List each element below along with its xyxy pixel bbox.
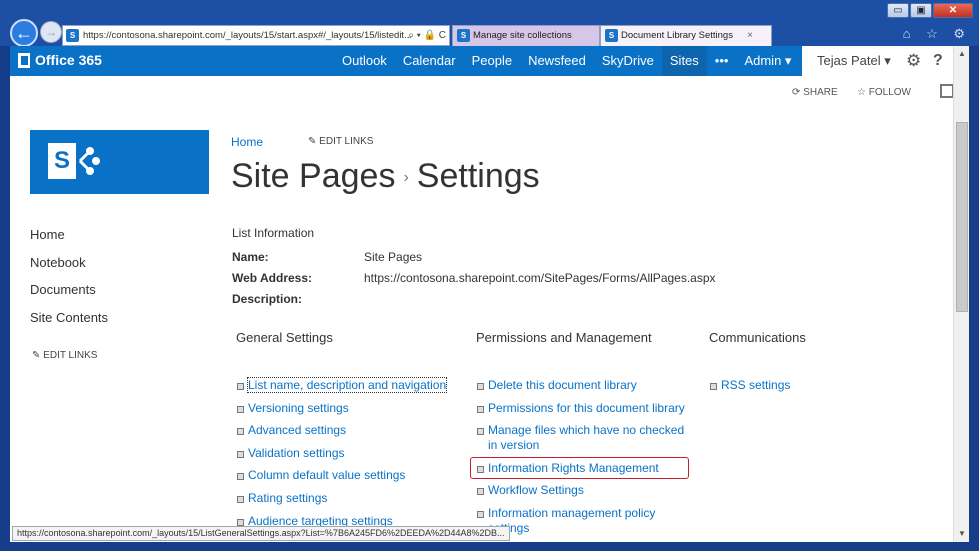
suite-nav: Outlook Calendar People Newsfeed SkyDriv… [334,46,799,76]
leftnav-item-documents[interactable]: Documents [30,282,108,310]
scroll-up-icon[interactable]: ▲ [954,46,970,62]
page-title-settings: Settings [416,157,540,195]
status-bar-url: https://contosona.sharepoint.com/_layout… [12,526,510,541]
help-icon[interactable]: ? [933,46,943,76]
scroll-thumb[interactable] [956,122,968,312]
brand-label: Office 365 [35,52,102,68]
gear-icon[interactable]: ⚙ [906,46,921,76]
communications-list: RSS settings [709,378,790,401]
suite-nav-more[interactable]: ••• [707,46,737,76]
share-button[interactable]: ⟳ SHARE [792,87,838,98]
sharepoint-logo-icon [78,147,100,175]
suite-nav-people[interactable]: People [464,46,520,76]
star-icon: ☆ [857,87,869,98]
link-column-default-value[interactable]: Column default value settings [236,468,446,483]
link-advanced-settings[interactable]: Advanced settings [236,423,446,438]
edit-links-top[interactable]: ✎ EDIT LINKS [308,136,373,147]
back-arrow-icon[interactable]: ← [10,19,38,47]
link-delete-library[interactable]: Delete this document library [476,378,686,393]
suite-nav-outlook[interactable]: Outlook [334,46,395,76]
page-viewport: Office 365 Outlook Calendar People Newsf… [10,46,953,542]
focus-on-content-icon[interactable] [940,84,953,98]
scroll-down-icon[interactable]: ▼ [954,526,970,542]
communications-heading: Communications [709,330,806,345]
general-settings-heading: General Settings [236,330,333,345]
irm-highlight-box [470,457,689,479]
list-information-heading: List Information [232,226,315,240]
suite-nav-skydrive[interactable]: SkyDrive [594,46,662,76]
sharepoint-favicon-icon: S [457,29,470,42]
share-icon: ⟳ [792,87,804,98]
tab-manage-site-collections[interactable]: S Manage site collections [452,25,600,46]
browser-window: ▭ ▣ ✕ ← → S https://contosona.sharepoint… [0,0,979,551]
link-workflow-settings[interactable]: Workflow Settings [476,483,686,498]
leftnav-item-notebook[interactable]: Notebook [30,255,108,283]
leftnav-item-site-contents[interactable]: Site Contents [30,310,108,338]
web-address-value: https://contosona.sharepoint.com/SitePag… [364,271,716,285]
quick-launch: Home Notebook Documents Site Contents [30,227,108,337]
leftnav-item-home[interactable]: Home [30,227,108,255]
general-settings-list: List name, description and navigation Ve… [236,377,448,536]
link-list-name-description[interactable]: List name, description and navigation [236,377,448,393]
name-label: Name: [232,250,269,264]
breadcrumb-home[interactable]: Home [231,135,263,149]
window-controls: ▭ ▣ ✕ [886,3,973,18]
address-bar[interactable]: S https://contosona.sharepoint.com/_layo… [62,25,450,46]
link-rss-settings[interactable]: RSS settings [709,378,790,393]
link-rating-settings[interactable]: Rating settings [236,491,446,506]
sharepoint-favicon-icon: S [66,29,79,42]
name-value: Site Pages [364,250,423,264]
pencil-icon: ✎ [32,350,44,361]
close-window-button[interactable]: ✕ [933,3,973,18]
edit-links-label: EDIT LINKS [319,136,374,147]
close-tab-icon[interactable]: × [747,26,753,45]
tab-title: Document Library Settings [621,30,733,41]
forward-arrow-icon[interactable]: → [40,21,62,43]
breadcrumb-separator-icon: › [403,169,409,187]
tab-title: Manage site collections [473,30,572,41]
link-label: List name, description and navigation [246,377,448,393]
follow-label: FOLLOW [868,87,911,98]
suite-nav-sites[interactable]: Sites [661,46,707,76]
user-menu[interactable]: Tejas Patel ▾ ⚙ ? [802,46,953,76]
maximize-button[interactable]: ▣ [910,3,932,18]
permissions-heading: Permissions and Management [476,330,652,345]
site-logo-letter: S [48,143,76,179]
address-tools[interactable]: ⌕ ▾ 🔒 C [408,26,446,45]
web-address-label: Web Address: [232,271,313,285]
edit-links-left[interactable]: ✎ EDIT LINKS [32,350,97,361]
share-label: SHARE [803,87,838,98]
link-versioning-settings[interactable]: Versioning settings [236,401,446,416]
link-permissions-library[interactable]: Permissions for this document library [476,401,686,416]
minimize-button[interactable]: ▭ [887,3,909,18]
vertical-scrollbar[interactable]: ▲ ▼ [953,46,969,542]
description-label: Description: [232,292,303,306]
link-manage-checked-out[interactable]: Manage files which have no checked in ve… [476,423,686,453]
browser-toolbar-icons[interactable]: ⌂ ☆ ⚙ [903,26,971,42]
follow-button[interactable]: ☆ FOLLOW [857,87,911,98]
pencil-icon: ✎ [308,136,320,147]
browser-titlebar: ▭ ▣ ✕ ← → S https://contosona.sharepoint… [0,0,979,47]
site-logo[interactable]: S [30,130,209,194]
suite-bar: Office 365 Outlook Calendar People Newsf… [10,46,953,76]
suite-nav-newsfeed[interactable]: Newsfeed [520,46,594,76]
tab-document-library-settings[interactable]: S Document Library Settings × [600,25,772,46]
page-title-list[interactable]: Site Pages [231,157,395,195]
user-name: Tejas Patel ▾ [817,53,891,68]
office365-brand[interactable]: Office 365 [18,52,102,68]
link-validation-settings[interactable]: Validation settings [236,446,446,461]
address-url: https://contosona.sharepoint.com/_layout… [83,30,412,41]
page-title: Site Pages › Settings [231,157,540,196]
suite-nav-calendar[interactable]: Calendar [395,46,464,76]
edit-links-label: EDIT LINKS [43,350,98,361]
suite-nav-admin[interactable]: Admin ▾ [736,46,799,76]
office-logo-icon [18,52,30,68]
sharepoint-favicon-icon: S [605,29,618,42]
